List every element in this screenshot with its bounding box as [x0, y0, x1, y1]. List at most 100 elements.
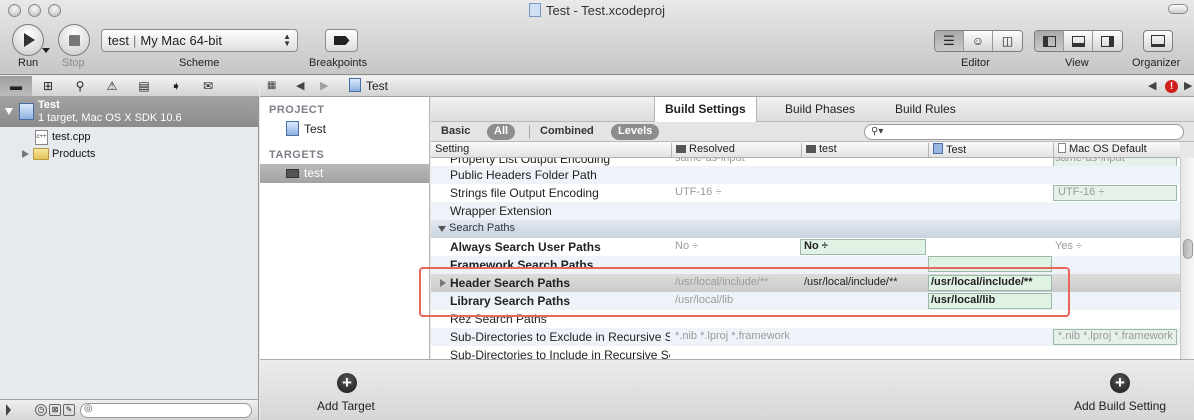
column-mac-default[interactable]: Mac OS Default [1053, 143, 1180, 158]
scheme-destination: My Mac 64-bit [140, 33, 222, 48]
next-issue-icon[interactable]: ▶ [1184, 79, 1192, 92]
project-value-cell[interactable] [928, 256, 1052, 272]
project-document-icon [529, 3, 541, 17]
tab-build-settings[interactable]: Build Settings [654, 97, 757, 123]
project-navigator-tab[interactable]: ▬ [0, 76, 32, 96]
setting-name: Sub-Directories to Exclude in Recursive … [450, 330, 670, 344]
target-icon [806, 145, 816, 153]
settings-grid-header: Setting Resolved test Test Mac OS Defaul… [431, 142, 1180, 158]
column-mac-default-label: Mac OS Default [1069, 143, 1147, 155]
stop-button[interactable] [58, 24, 90, 56]
executable-target-icon [286, 169, 299, 178]
target-list-item[interactable]: test [260, 164, 429, 183]
cpp-file-icon: c++ [35, 130, 48, 145]
scheme-separator: | [132, 33, 137, 48]
navigator-selector-bar: ▬ ⊞ ⚲ ⚠ ▤ ➧ ✉ [0, 76, 259, 97]
log-navigator-tab[interactable]: ✉ [192, 76, 224, 96]
jump-bar: ▦ ◀ ▶ Test ◀ ▶ [260, 76, 1194, 97]
toolbar-toggle-button[interactable] [1168, 4, 1188, 14]
filter-basic[interactable]: Basic [434, 124, 477, 140]
version-editor-button[interactable]: ◫ [993, 31, 1022, 51]
breakpoints-button[interactable] [325, 29, 358, 52]
filter-all[interactable]: All [487, 124, 516, 140]
build-settings-search-input[interactable]: ⚲▾ [864, 124, 1184, 140]
setting-target-value: No ÷ [804, 240, 828, 252]
recent-files-icon[interactable]: ◷ [35, 404, 47, 416]
column-resolved[interactable]: Resolved [671, 143, 801, 158]
related-items-icon[interactable]: ▦ [267, 80, 276, 91]
grid-scrollbar[interactable] [1180, 158, 1194, 359]
table-row[interactable]: Rez Search Paths [431, 310, 1180, 328]
organizer-button[interactable] [1143, 30, 1173, 52]
filter-divider [529, 125, 530, 139]
group-header-search-paths[interactable]: Search Paths [431, 220, 1180, 238]
disclosure-closed-icon[interactable] [22, 150, 29, 158]
forward-arrow-icon[interactable]: ▶ [320, 79, 328, 92]
error-icon[interactable]: ! [1165, 80, 1178, 93]
navigator-project-row[interactable]: Test 1 target, Mac OS X SDK 10.6 [0, 97, 258, 127]
unsaved-files-icon[interactable]: ⊠ [49, 404, 61, 416]
issue-navigator-tab[interactable]: ⚠ [96, 76, 128, 96]
target-list-item-label: test [304, 166, 324, 180]
column-project[interactable]: Test [928, 143, 1053, 158]
table-row[interactable]: Sub-Directories to Exclude in Recursive … [431, 328, 1180, 346]
table-row-selected[interactable]: Header Search Paths /usr/local/include/*… [431, 274, 1180, 292]
disclosure-open-icon[interactable] [5, 108, 13, 115]
search-icon: ⚲ [75, 79, 85, 93]
table-row[interactable]: Framework Search Paths [431, 256, 1180, 274]
tab-build-phases[interactable]: Build Phases [775, 97, 865, 122]
run-button[interactable] [12, 24, 44, 56]
utilities-toggle-button[interactable] [1093, 31, 1122, 51]
filter-combined[interactable]: Combined [533, 124, 601, 140]
table-row[interactable]: Wrapper Extension [431, 202, 1180, 220]
setting-target-value: /usr/local/include/** [804, 276, 898, 288]
setting-project-value: /usr/local/include/** [931, 276, 1033, 288]
filter-levels[interactable]: Levels [611, 124, 660, 140]
scm-files-icon[interactable]: ✎ [63, 404, 75, 416]
folder-icon: ▬ [10, 79, 22, 93]
debug-area-toggle-button[interactable] [1064, 31, 1093, 51]
setting-resolved: /usr/local/lib [675, 294, 734, 306]
xcode-project-icon [349, 78, 361, 92]
run-options-caret-icon[interactable] [42, 48, 50, 53]
setting-name: Always Search User Paths [450, 240, 601, 254]
standard-editor-button[interactable]: ☰ [935, 31, 964, 51]
previous-issue-icon[interactable]: ◀ [1148, 79, 1156, 92]
symbol-navigator-tab[interactable]: ⊞ [32, 76, 64, 96]
navigator-toggle-button[interactable] [1035, 31, 1064, 51]
navigator-filter-input[interactable]: ◎ [80, 403, 252, 418]
jumpbar-crumb[interactable]: Test [366, 79, 388, 93]
xcode-project-icon [286, 121, 299, 136]
setting-name: Property List Output Encoding [450, 158, 611, 166]
scrollbar-thumb[interactable] [1183, 239, 1193, 259]
table-row[interactable]: Sub-Directories to Include in Recursive … [431, 346, 1180, 359]
column-setting[interactable]: Setting [431, 143, 671, 158]
add-file-icon[interactable] [6, 404, 11, 416]
back-arrow-icon[interactable]: ◀ [296, 79, 304, 92]
xcode-project-icon [933, 143, 943, 154]
disclosure-open-icon[interactable] [438, 226, 446, 232]
tab-build-rules[interactable]: Build Rules [885, 97, 966, 122]
disclosure-closed-icon[interactable] [440, 279, 446, 287]
group-title: Search Paths [449, 222, 516, 234]
column-target-label: test [819, 143, 837, 155]
search-navigator-tab[interactable]: ⚲ [64, 76, 96, 96]
setting-name: Strings file Output Encoding [450, 186, 599, 200]
target-icon [676, 145, 686, 153]
assistant-editor-button[interactable]: ☺ [964, 31, 993, 51]
table-row[interactable]: Always Search User Paths No ÷ No ÷ Yes ÷ [431, 238, 1180, 256]
folder-icon [33, 148, 49, 160]
table-row[interactable]: Strings file Output Encoding UTF-16 ÷ UT… [431, 184, 1180, 202]
editor-label: Editor [961, 57, 990, 69]
scheme-selector[interactable]: test | My Mac 64-bit ▲ ▼ [101, 29, 298, 52]
breakpoint-navigator-tab[interactable]: ➧ [160, 76, 192, 96]
table-row[interactable]: Public Headers Folder Path [431, 166, 1180, 184]
navigator-folder-name: Products [52, 148, 96, 160]
navigator-project-subtitle: 1 target, Mac OS X SDK 10.6 [38, 112, 182, 124]
table-row[interactable]: Library Search Paths /usr/local/lib /usr… [431, 292, 1180, 310]
left-panel-icon [1042, 35, 1056, 47]
debug-navigator-tab[interactable]: ▤ [128, 76, 160, 96]
settings-grid: Property List Output Encoding same-as-in… [431, 158, 1180, 359]
setting-name: Header Search Paths [450, 276, 571, 290]
column-target[interactable]: test [801, 143, 928, 158]
